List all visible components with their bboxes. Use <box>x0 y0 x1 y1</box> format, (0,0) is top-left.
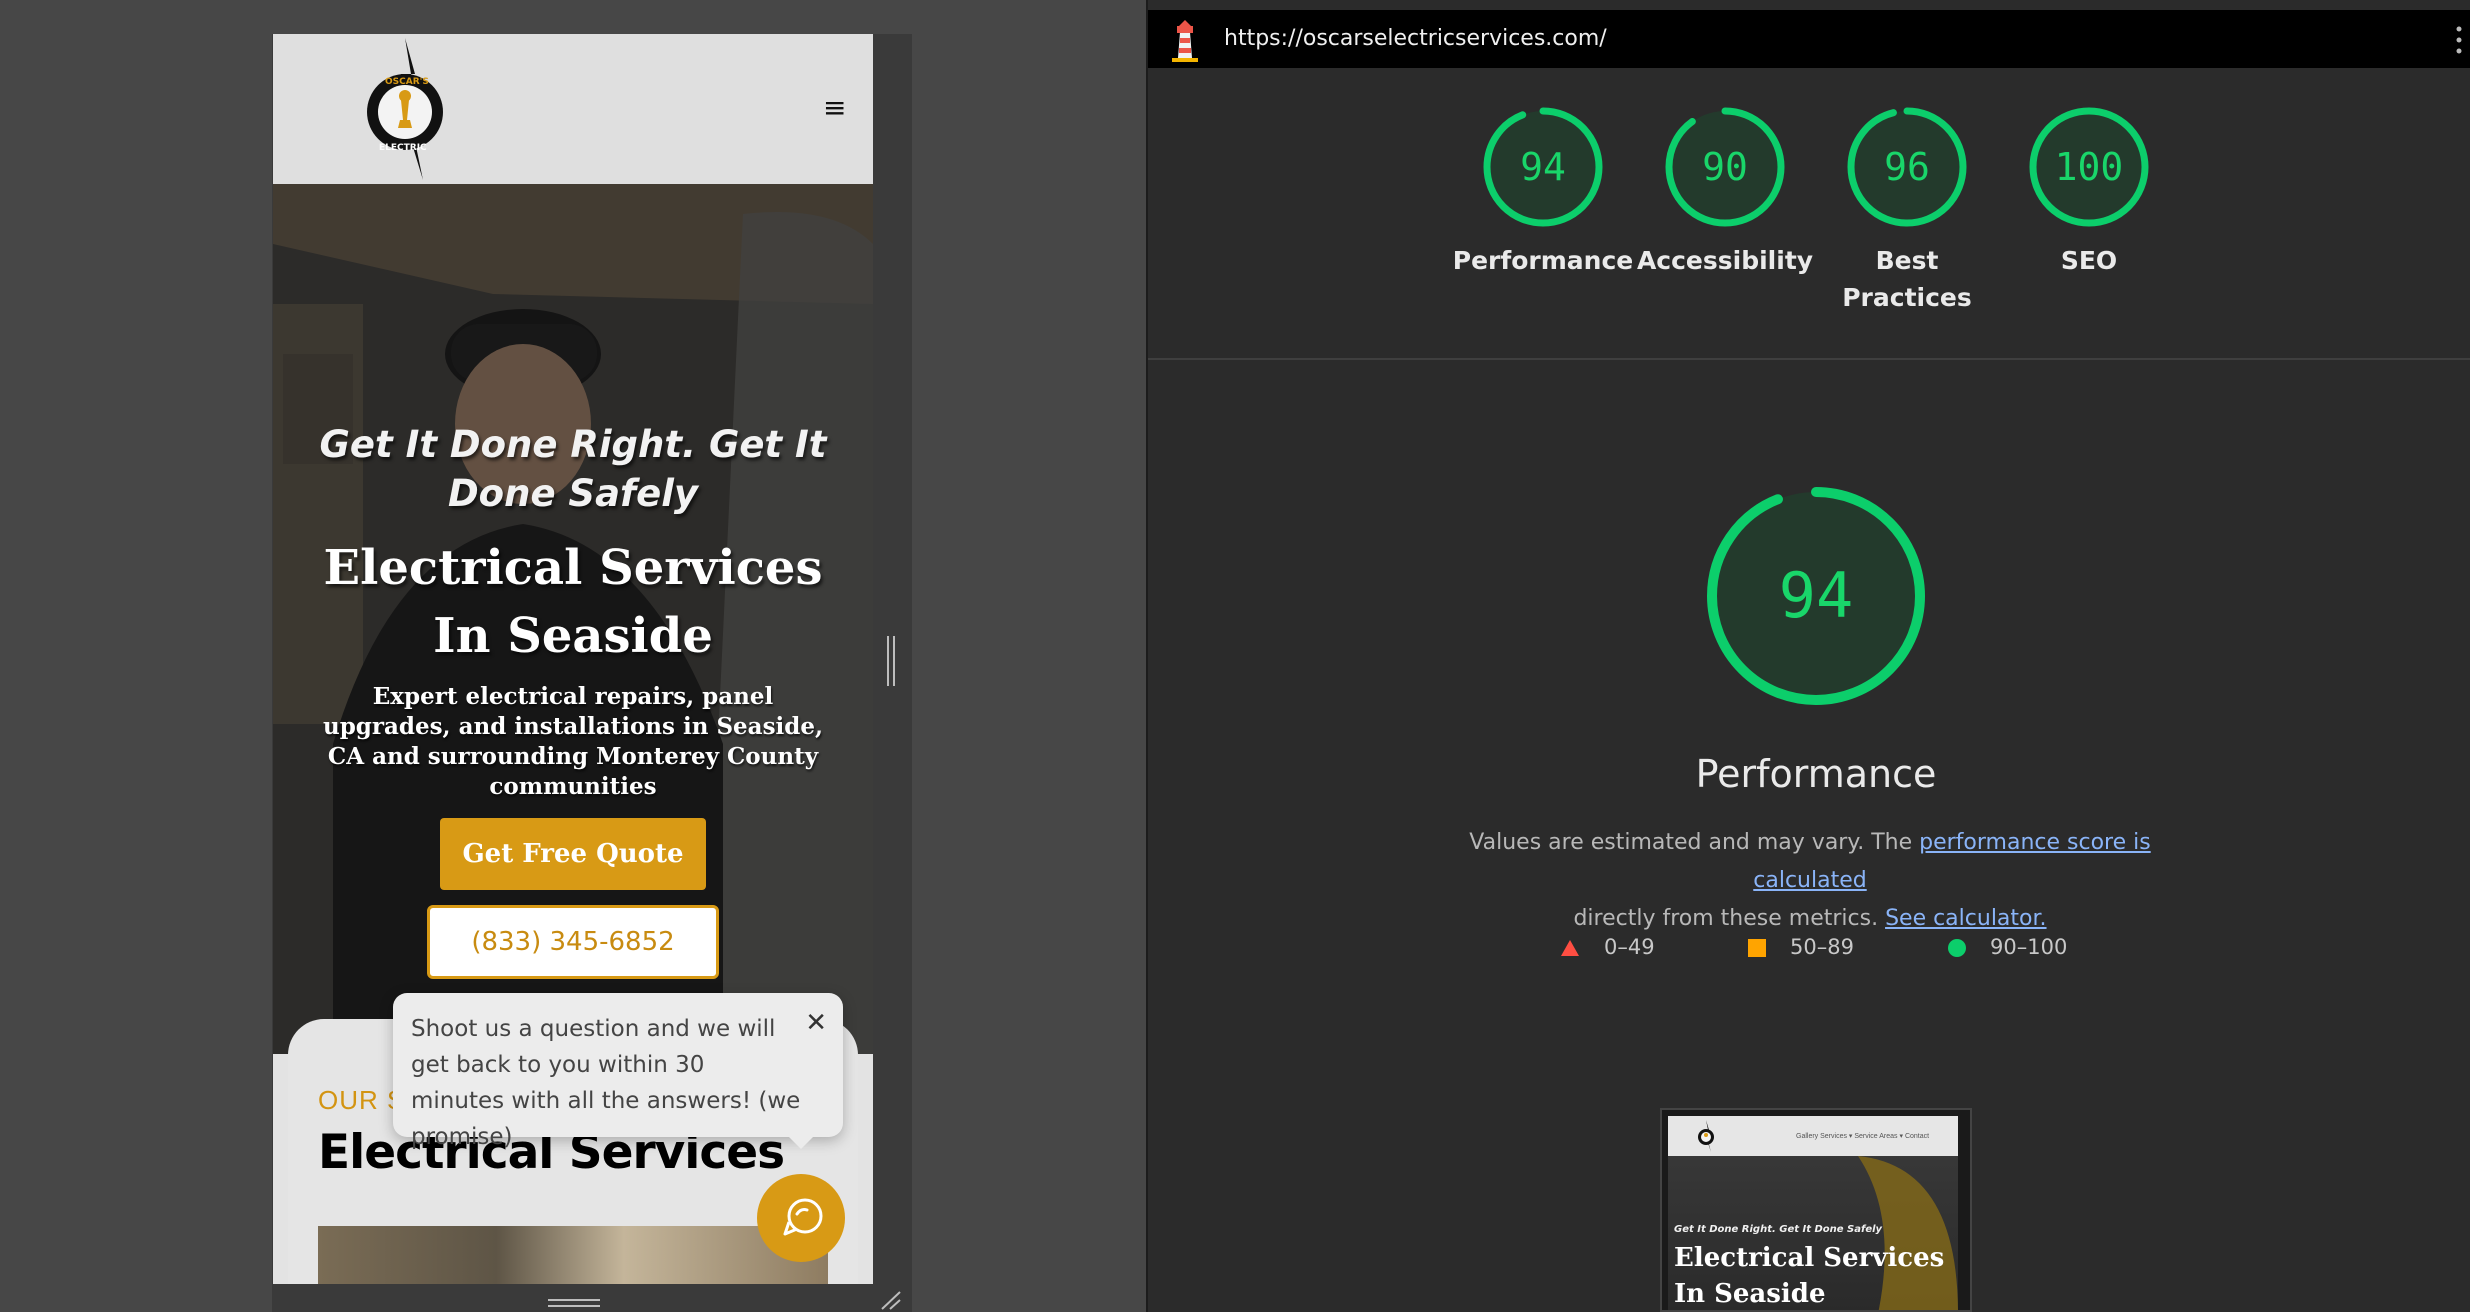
service-image[interactable] <box>318 1226 828 1284</box>
gauge-label: Best Practices <box>1842 246 1972 312</box>
hero-tagline: Get It Done Right. Get It Done Safely <box>319 423 827 515</box>
gauge-score: 100 <box>2054 145 2124 189</box>
close-icon[interactable]: ✕ <box>805 1009 827 1035</box>
see-calculator-link[interactable]: See calculator. <box>1885 906 2046 931</box>
logo-text-bottom: ELECTRIC <box>379 143 427 153</box>
description-text: directly from these metrics. <box>1573 906 1886 931</box>
square-icon <box>1748 939 1766 957</box>
legend-range: 0–49 <box>1604 935 1655 959</box>
gauge-best-practices[interactable]: 96 Best Practices <box>1842 102 1972 316</box>
oscars-electric-logo[interactable]: OSCAR'S ELECTRIC <box>365 38 457 180</box>
gauge-performance[interactable]: 94 Performance <box>1453 102 1633 279</box>
mobile-viewport: OSCAR'S ELECTRIC ≡ Get It Done Right. Ge… <box>273 34 873 1284</box>
gauge-seo[interactable]: 100 SEO <box>2024 102 2154 279</box>
chat-popup: Shoot us a question and we will get back… <box>393 993 843 1150</box>
performance-title: Performance <box>1695 752 1937 796</box>
gauge-label: Accessibility <box>1636 246 1814 275</box>
final-screenshot-thumbnail[interactable]: Gallery Services ▾ Service Areas ▾ Conta… <box>1660 1108 1972 1312</box>
lighthouse-report: https://oscarselectricservices.com/ 94 P… <box>1146 0 2470 1312</box>
performance-score-large: 94 <box>1778 559 1854 632</box>
hamburger-icon[interactable]: ≡ <box>823 94 846 122</box>
gauge-label: Performance <box>1452 246 1634 275</box>
legend-range: 90–100 <box>1990 935 2068 959</box>
chat-popup-text: Shoot us a question and we will get back… <box>411 1016 801 1150</box>
gauge-score: 96 <box>1884 145 1930 189</box>
resize-handle-bottom[interactable] <box>548 1298 600 1310</box>
legend-average: 50–89 <box>1748 932 1854 962</box>
chat-bubble-icon <box>783 1198 823 1236</box>
lighthouse-icon <box>1172 20 1198 62</box>
hero-subtitle: Expert electrical repairs, panel upgrade… <box>322 683 823 800</box>
resize-handle-right[interactable] <box>886 636 896 686</box>
logo-text-top: OSCAR'S <box>385 77 429 87</box>
gauge-score: 94 <box>1520 145 1566 189</box>
section-divider <box>1148 358 2470 360</box>
report-topbar: https://oscarselectricservices.com/ <box>1148 10 2470 68</box>
chat-launcher-button[interactable] <box>757 1174 845 1262</box>
triangle-icon <box>1561 940 1579 956</box>
thumbnail-tagline: Get It Done Right. Get It Done Safely <box>1674 1224 1883 1235</box>
performance-description: Values are estimated and may vary. The p… <box>1410 824 2210 938</box>
site-header: OSCAR'S ELECTRIC ≡ <box>273 34 873 184</box>
gauge-score: 90 <box>1702 145 1748 189</box>
thumbnail-header: Gallery Services ▾ Service Areas ▾ Conta… <box>1668 1116 1958 1156</box>
thumbnail-nav: Gallery Services ▾ Service Areas ▾ Conta… <box>1796 1133 1930 1140</box>
gauge-label: SEO <box>2060 246 2118 275</box>
legend-range: 50–89 <box>1790 935 1854 959</box>
thumbnail-page: Gallery Services ▾ Service Areas ▾ Conta… <box>1668 1116 1958 1310</box>
get-free-quote-button[interactable]: Get Free Quote <box>440 818 706 890</box>
gauge-accessibility[interactable]: 90 Accessibility <box>1637 102 1813 279</box>
thumbnail-title: Electrical Services In Seaside <box>1674 1243 1945 1309</box>
hero-title: Electrical Services In Seaside <box>323 540 823 664</box>
report-url[interactable]: https://oscarselectricservices.com/ <box>1224 26 1607 51</box>
legend-fail: 0–49 <box>1560 932 1655 962</box>
hero-section: Get It Done Right. Get It Done Safely El… <box>273 184 873 1054</box>
resize-handle-corner[interactable] <box>878 1290 902 1310</box>
legend-pass: 90–100 <box>1948 932 2067 962</box>
circle-icon <box>1948 939 1966 957</box>
description-text: Values are estimated and may vary. The <box>1469 830 1920 855</box>
more-menu-icon[interactable] <box>2456 24 2462 56</box>
phone-number-button[interactable]: (833) 345-6852 <box>427 905 719 979</box>
thumbnail-logo <box>1698 1120 1714 1152</box>
